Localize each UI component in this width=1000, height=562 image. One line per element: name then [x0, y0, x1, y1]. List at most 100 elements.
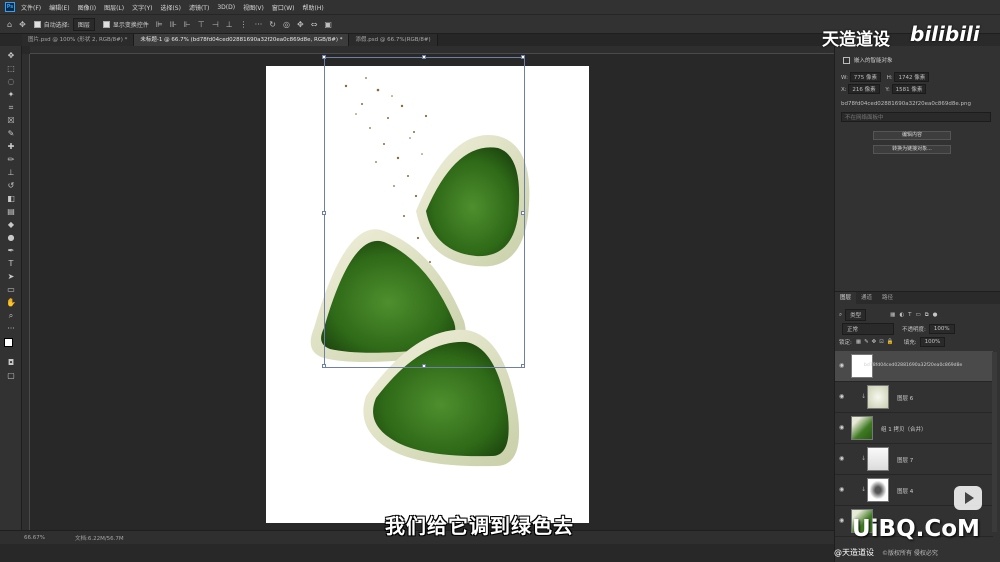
brush-tool-icon[interactable]: ✏ [4, 154, 18, 165]
visibility-eye-icon[interactable]: ◉ [839, 487, 846, 493]
transform-handle[interactable] [322, 55, 326, 59]
photoshop-logo-icon[interactable]: Ps [5, 2, 15, 12]
layer-filter-kind[interactable]: 类型 [845, 309, 867, 321]
y-field[interactable]: 1581 像素 [891, 84, 927, 94]
3d-slide-icon[interactable]: ⇔ [311, 20, 318, 29]
tab-document-2[interactable]: 未标题-1 @ 66.7% (bd78fd04ced02881690a32f20… [134, 34, 350, 46]
menu-help[interactable]: 帮助(H) [303, 3, 324, 12]
convert-to-linked-button[interactable]: 转换为链接对象... [873, 145, 951, 154]
height-field[interactable]: 1742 像素 [894, 72, 930, 82]
zoom-level[interactable]: 66.67% [24, 535, 45, 541]
magic-wand-icon[interactable]: ✦ [4, 89, 18, 100]
visibility-eye-icon[interactable]: ◉ [839, 363, 846, 369]
filter-smart-object-icon[interactable]: ⧉ [925, 312, 929, 319]
filter-pixel-icon[interactable]: ▦ [890, 312, 895, 318]
3d-drag-icon[interactable]: ✥ [297, 20, 304, 29]
layer-name[interactable]: 组 1 拷贝（合并） [881, 425, 927, 433]
menu-file[interactable]: 文件(F) [21, 3, 41, 12]
layer-row[interactable]: ◉ bd78fd04ced02881690a32f20ea0c869d8e [835, 351, 993, 382]
transform-handle[interactable] [322, 211, 326, 215]
layer-name[interactable]: 图层 6 [897, 394, 913, 402]
filter-type-icon[interactable]: T [908, 312, 911, 318]
edit-contents-button[interactable]: 编辑内容 [873, 131, 951, 140]
filter-shape-icon[interactable]: ▭ [916, 312, 921, 318]
fill-field[interactable]: 100% [919, 337, 946, 347]
x-field[interactable]: 216 像素 [848, 84, 880, 94]
menu-filter[interactable]: 滤镜(T) [189, 3, 209, 12]
3d-roll-icon[interactable]: ◎ [283, 20, 290, 29]
transform-bounding-box[interactable] [322, 55, 525, 368]
menu-edit[interactable]: 编辑(E) [49, 3, 69, 12]
3d-scale-icon[interactable]: ▣ [324, 20, 332, 29]
dodge-tool-icon[interactable]: ● [4, 232, 18, 243]
width-field[interactable]: 775 像素 [849, 72, 881, 82]
menu-select[interactable]: 选择(S) [160, 3, 181, 12]
lock-position-icon[interactable]: ✥ [872, 339, 877, 345]
filter-adjustment-icon[interactable]: ◐ [899, 312, 904, 318]
foreground-color-swatch[interactable] [4, 338, 13, 347]
link-field[interactable]: 不在网络面板中 [841, 112, 991, 122]
transform-handle[interactable] [422, 364, 426, 368]
menu-image[interactable]: 图像(I) [78, 3, 96, 12]
auto-select-option[interactable]: 自动选择: 图层 [33, 17, 95, 31]
lock-artboard-icon[interactable]: ⊡ [879, 339, 884, 345]
eraser-tool-icon[interactable]: ◧ [4, 193, 18, 204]
transform-handle[interactable] [521, 364, 525, 368]
blur-tool-icon[interactable]: ◆ [4, 219, 18, 230]
opacity-field[interactable]: 100% [928, 324, 955, 334]
edit-toolbar-icon[interactable]: ··· [4, 323, 18, 334]
blend-mode-dropdown[interactable]: 正常 [842, 323, 894, 335]
filter-toggle-icon[interactable]: ● [933, 312, 938, 318]
align-top-icon[interactable]: ⊤ [198, 20, 205, 29]
tab-paths[interactable]: 路径 [877, 292, 898, 304]
lock-all-icon[interactable]: 🔒 [887, 339, 894, 345]
lock-transparent-icon[interactable]: ▦ [856, 339, 861, 345]
transform-handle[interactable] [521, 211, 525, 215]
transform-handle[interactable] [322, 364, 326, 368]
auto-select-dropdown[interactable]: 图层 [72, 17, 95, 31]
align-middle-icon[interactable]: ⊣ [212, 20, 219, 29]
menu-window[interactable]: 窗口(W) [272, 3, 295, 12]
3d-rotate-icon[interactable]: ↻ [269, 20, 276, 29]
show-transform-option[interactable]: 显示变换控件 [102, 20, 149, 29]
lock-image-icon[interactable]: ✎ [864, 339, 869, 345]
lasso-tool-icon[interactable]: ◌ [4, 76, 18, 87]
visibility-eye-icon[interactable]: ◉ [839, 425, 846, 431]
layer-name[interactable]: bd78fd04ced02881690a32f20ea0c869d8e [864, 363, 962, 368]
layer-name[interactable]: 图层 4 [897, 487, 913, 495]
transform-handle[interactable] [422, 55, 426, 59]
eyedropper-icon[interactable]: ✎ [4, 128, 18, 139]
document-size[interactable]: 文档:6.22M/56.7M [75, 534, 124, 542]
home-icon[interactable]: ⌂ [7, 20, 12, 29]
marquee-tool-icon[interactable]: ⬚ [4, 63, 18, 74]
visibility-eye-icon[interactable]: ◉ [839, 394, 846, 400]
visibility-eye-icon[interactable]: ◉ [839, 456, 846, 462]
transform-handle[interactable] [521, 55, 525, 59]
history-brush-icon[interactable]: ↺ [4, 180, 18, 191]
pen-tool-icon[interactable]: ✒ [4, 245, 18, 256]
align-center-icon[interactable]: ⊪ [170, 20, 177, 29]
play-button-icon[interactable] [954, 486, 982, 510]
screen-mode-icon[interactable]: ▢ [4, 370, 18, 381]
gradient-tool-icon[interactable]: ▤ [4, 206, 18, 217]
clone-stamp-icon[interactable]: ⊥ [4, 167, 18, 178]
distribute-icon[interactable]: ⋮ [240, 20, 248, 29]
show-transform-checkbox[interactable] [102, 20, 110, 28]
layer-name[interactable]: 图层 7 [897, 456, 913, 464]
quick-mask-icon[interactable]: ◘ [4, 357, 18, 368]
hand-tool-icon[interactable]: ✋ [4, 297, 18, 308]
move-tool-icon[interactable]: ✥ [19, 20, 26, 29]
menu-3d[interactable]: 3D(D) [217, 4, 235, 11]
healing-brush-icon[interactable]: ✚ [4, 141, 18, 152]
menu-layer[interactable]: 图层(L) [104, 3, 124, 12]
visibility-eye-icon[interactable]: ◉ [839, 518, 846, 524]
zoom-tool-icon[interactable]: ⌕ [4, 310, 18, 321]
path-select-icon[interactable]: ➤ [4, 271, 18, 282]
move-tool-icon[interactable]: ✥ [4, 50, 18, 61]
tab-channels[interactable]: 通道 [856, 292, 877, 304]
filter-search-icon[interactable]: ⌕ [839, 312, 842, 319]
type-tool-icon[interactable]: T [4, 258, 18, 269]
tab-layers[interactable]: 图层 [835, 292, 857, 304]
layer-row[interactable]: ◉ ↓ 图层 7 [835, 444, 993, 475]
layer-row[interactable]: ◉ ↓ 图层 6 [835, 382, 993, 413]
